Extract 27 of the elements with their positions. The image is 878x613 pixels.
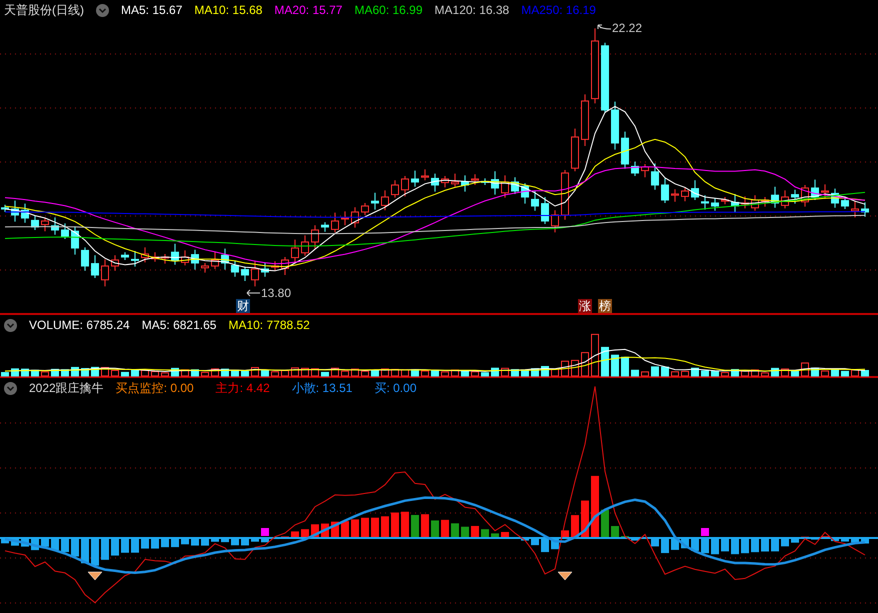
signal-marker	[261, 528, 269, 536]
panel-title: 2022跟庄擒牛	[29, 380, 104, 397]
panel-title: 天普股份(日线)	[4, 2, 84, 19]
indicator-value: MA5: 6821.65	[142, 317, 216, 334]
indicator-value: 买: 0.00	[374, 380, 416, 397]
signal-marker	[701, 528, 709, 536]
indicator-value: MA10: 15.68	[194, 2, 262, 19]
indicator-value: MA60: 16.99	[354, 2, 423, 19]
chevron-down-icon[interactable]	[96, 4, 109, 16]
chevron-down-icon[interactable]	[4, 318, 17, 332]
arrow-icon	[597, 24, 611, 32]
indicator-value: MA5: 15.67	[121, 2, 182, 19]
low-price-label: 13.80	[261, 286, 292, 300]
arrow-icon	[246, 289, 260, 297]
indicator-value: VOLUME: 6785.24	[29, 317, 130, 334]
indicator-value: MA250: 16.19	[521, 2, 596, 19]
chevron-down-icon[interactable]	[4, 382, 17, 394]
event-badge[interactable]: 涨	[578, 299, 592, 313]
indicator-value: 主力: 4.42	[216, 380, 270, 397]
high-price-label: 22.22	[612, 21, 642, 36]
event-badge[interactable]: 财	[236, 299, 250, 313]
indicator-value: 买点监控: 0.00	[116, 380, 194, 397]
indicator-value: MA120: 16.38	[434, 2, 510, 19]
indicator-value: 小散: 13.51	[292, 380, 352, 397]
indicator-value: MA20: 15.77	[274, 2, 342, 19]
indicator-value: MA10: 7788.52	[228, 317, 310, 334]
event-badge[interactable]: 榜	[598, 299, 612, 313]
